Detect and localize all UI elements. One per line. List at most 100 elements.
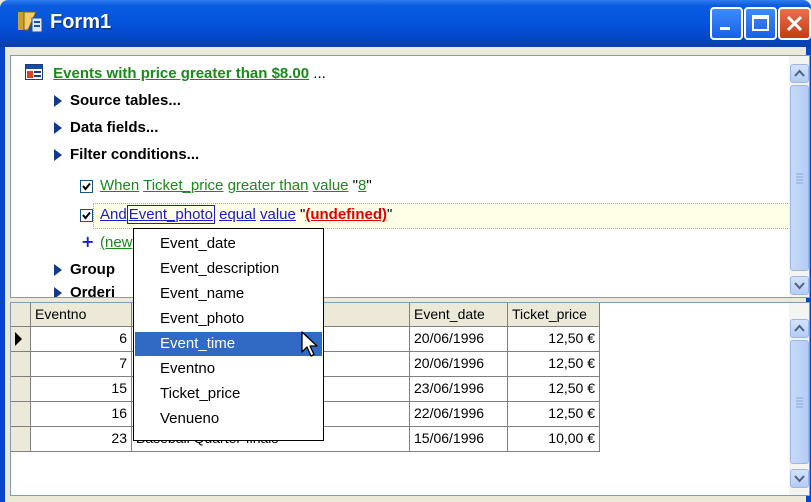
row-indicator[interactable]: [11, 352, 31, 377]
section-data-fields-label: Data fields...: [70, 119, 159, 136]
cell-event-date[interactable]: 20/06/1996: [410, 352, 508, 377]
dropdown-item[interactable]: Venueno: [135, 407, 322, 431]
expand-arrow-icon: [54, 95, 62, 108]
checkmark-icon: [82, 211, 91, 220]
query-vertical-scrollbar[interactable]: [789, 56, 809, 297]
cell-eventno[interactable]: 16: [31, 402, 132, 427]
cell-ticket-price[interactable]: 12,50 €: [508, 402, 600, 427]
add-condition-icon[interactable]: +: [81, 232, 94, 251]
dropdown-item[interactable]: Ticket_price: [135, 382, 322, 406]
condition-2-value[interactable]: (undefined): [305, 206, 387, 223]
condition-1-operator[interactable]: greater than: [228, 177, 309, 194]
condition-1-quote-close: ": [366, 177, 372, 194]
column-header-ticket-price[interactable]: Ticket_price: [508, 303, 600, 327]
grid-scroll-down-button[interactable]: [790, 469, 809, 488]
condition-2: And Event_photo equal value "(undefined)": [100, 205, 393, 224]
application-window: Form1 Events with price greater than $8.…: [0, 0, 811, 502]
condition-2-checkbox[interactable]: [80, 209, 93, 222]
expand-arrow-icon: [54, 122, 62, 135]
condition-2-field[interactable]: Event_photo: [126, 205, 215, 224]
new-condition[interactable]: (new: [100, 234, 133, 251]
condition-1: When Ticket_price greater than value "8": [100, 177, 372, 194]
cell-eventno[interactable]: 6: [31, 327, 132, 352]
query-builder-panel[interactable]: Events with price greater than $8.00 ...…: [10, 55, 810, 298]
section-filter-conditions[interactable]: Filter conditions...: [54, 146, 199, 163]
section-filter-conditions-label: Filter conditions...: [70, 146, 200, 163]
grid-corner: [11, 303, 31, 327]
maximize-icon: [752, 15, 769, 31]
chevron-down-icon: [794, 282, 805, 290]
row-indicator[interactable]: [11, 402, 31, 427]
window-title: Form1: [50, 11, 112, 33]
cell-eventno[interactable]: 23: [31, 427, 132, 452]
section-source-tables-label: Source tables...: [70, 92, 181, 109]
field-dropdown-list[interactable]: Event_date Event_description Event_name …: [133, 228, 324, 441]
row-indicator[interactable]: [11, 427, 31, 452]
results-grid[interactable]: Eventno Event_date Ticket_price 6 20/06/…: [10, 302, 810, 496]
condition-1-when[interactable]: When: [100, 177, 139, 194]
section-source-tables[interactable]: Source tables...: [54, 92, 181, 109]
cell-eventno[interactable]: 15: [31, 377, 132, 402]
query-title-ellipsis[interactable]: ...: [313, 65, 326, 82]
cell-ticket-price[interactable]: 12,50 €: [508, 377, 600, 402]
row-indicator[interactable]: [11, 327, 31, 352]
dropdown-item[interactable]: Eventno: [135, 357, 322, 381]
cell-eventno[interactable]: 7: [31, 352, 132, 377]
dropdown-item[interactable]: Event_name: [135, 282, 322, 306]
scroll-up-button[interactable]: [790, 64, 809, 83]
close-button[interactable]: [778, 7, 811, 40]
expand-arrow-icon: [54, 287, 62, 297]
condition-2-operator[interactable]: equal: [219, 206, 256, 223]
mouse-pointer-icon: [300, 330, 320, 364]
close-icon: [786, 15, 803, 32]
dropdown-item[interactable]: Event_date: [135, 232, 322, 256]
section-grouping-label: Group: [70, 261, 115, 278]
title-bar[interactable]: Form1: [0, 0, 811, 47]
condition-1-value-word[interactable]: value: [313, 177, 349, 194]
grid-scroll-thumb[interactable]: [790, 340, 809, 464]
cell-event-date[interactable]: 23/06/1996: [410, 377, 508, 402]
minimize-button[interactable]: [710, 7, 743, 40]
scroll-down-button[interactable]: [790, 276, 809, 295]
section-ordering-label: Orderi: [70, 284, 116, 298]
cell-event-date[interactable]: 15/06/1996: [410, 427, 508, 452]
condition-2-and[interactable]: And: [100, 206, 127, 223]
condition-1-checkbox[interactable]: [80, 180, 93, 193]
cell-ticket-price[interactable]: 10,00 €: [508, 427, 600, 452]
chevron-down-icon: [794, 475, 805, 483]
window-frame-left: [0, 47, 5, 502]
minimize-icon: [720, 27, 730, 30]
dropdown-item-selected[interactable]: Event_time: [135, 332, 322, 356]
cell-event-date[interactable]: 20/06/1996: [410, 327, 508, 352]
new-condition-link[interactable]: (new: [100, 234, 133, 251]
column-header-event-date[interactable]: Event_date: [410, 303, 508, 327]
section-ordering[interactable]: Orderi: [54, 284, 116, 298]
query-icon: [25, 64, 43, 84]
grid-scroll-up-button[interactable]: [790, 319, 809, 338]
dropdown-item[interactable]: Event_description: [135, 257, 322, 281]
grip-icon: [796, 397, 803, 408]
checkmark-icon: [82, 182, 91, 191]
grip-icon: [796, 173, 803, 184]
current-row-arrow-icon: [15, 332, 22, 346]
chevron-up-icon: [794, 324, 805, 332]
cell-event-date[interactable]: 22/06/1996: [410, 402, 508, 427]
query-title-link[interactable]: Events with price greater than $8.00: [53, 65, 309, 82]
chevron-up-icon: [794, 69, 805, 77]
condition-2-value-word[interactable]: value: [260, 206, 296, 223]
condition-1-field[interactable]: Ticket_price: [143, 177, 223, 194]
scroll-thumb[interactable]: [790, 85, 809, 271]
dropdown-item[interactable]: Event_photo: [135, 307, 322, 331]
maximize-button[interactable]: [744, 7, 777, 40]
column-header-eventno[interactable]: Eventno: [31, 303, 132, 327]
app-icon: [16, 8, 44, 36]
section-data-fields[interactable]: Data fields...: [54, 119, 158, 136]
query-header: Events with price greater than $8.00 ...: [25, 64, 326, 84]
grid-vertical-scrollbar[interactable]: [789, 303, 809, 495]
cell-ticket-price[interactable]: 12,50 €: [508, 327, 600, 352]
cell-ticket-price[interactable]: 12,50 €: [508, 352, 600, 377]
row-indicator[interactable]: [11, 377, 31, 402]
condition-2-quote-close: ": [387, 206, 393, 223]
section-grouping[interactable]: Group: [54, 261, 115, 278]
expand-arrow-icon: [54, 149, 62, 162]
